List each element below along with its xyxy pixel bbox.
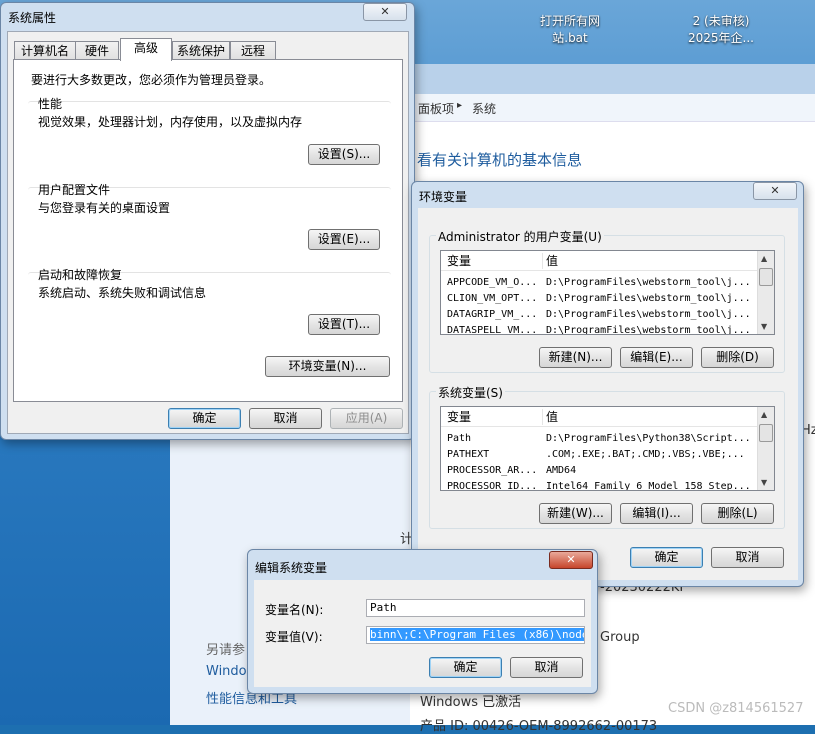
edit-system-variable-dialog: 编辑系统变量 ✕ 变量名(N): Path 变量值(V): binn\;C:\P… bbox=[247, 549, 598, 694]
variable-name: CLION_VM_OPT... bbox=[447, 293, 538, 304]
desktop-icon-label: 2 (未审核) bbox=[692, 14, 750, 28]
variable-value: D:\ProgramFiles\webstorm_tool\j... bbox=[546, 325, 751, 335]
list-header: 变量 值 bbox=[441, 407, 759, 427]
admin-note: 要进行大多数更改，您必须作为管理员登录。 bbox=[31, 73, 272, 87]
user-variables-list[interactable]: 变量 值 APPCODE_VM_O... D:\ProgramFiles\web… bbox=[440, 250, 775, 335]
startup-settings-button[interactable]: 设置(T)... bbox=[308, 314, 380, 335]
variable-value: D:\ProgramFiles\webstorm_tool\j... bbox=[546, 293, 751, 304]
variable-name: APPCODE_VM_O... bbox=[447, 277, 538, 288]
performance-settings-button[interactable]: 设置(S)... bbox=[308, 144, 380, 165]
dialog-title: 系统属性 bbox=[8, 11, 57, 25]
sidebar-link[interactable]: Windo bbox=[206, 664, 247, 679]
desktop-icon-bat[interactable]: 打开所有网 站.bat bbox=[525, 13, 615, 47]
variable-value: Intel64 Family 6 Model 158 Step... bbox=[546, 481, 751, 491]
environment-variables-button[interactable]: 环境变量(N)... bbox=[265, 356, 390, 377]
tab-advanced[interactable]: 高级 bbox=[120, 38, 172, 61]
column-header-value[interactable]: 值 bbox=[546, 251, 558, 271]
scroll-thumb[interactable] bbox=[759, 424, 773, 442]
user-delete-button[interactable]: 删除(D) bbox=[701, 347, 774, 368]
field-text: Path bbox=[370, 601, 397, 614]
column-header-variable[interactable]: 变量 bbox=[447, 251, 471, 271]
tab-panel: 要进行大多数更改，您必须作为管理员登录。 性能 视觉效果，处理器计划，内存使用，… bbox=[13, 59, 403, 402]
group-label: 系统变量(S) bbox=[436, 384, 505, 401]
desktop-icon-doc[interactable]: 2 (未审核) 2025年企... bbox=[676, 13, 766, 47]
group-description: 与您登录有关的桌面设置 bbox=[38, 201, 171, 215]
cancel-button[interactable]: 取消 bbox=[711, 547, 784, 568]
system-new-button[interactable]: 新建(W)... bbox=[539, 503, 612, 524]
group-label: 性能 bbox=[38, 97, 63, 111]
variable-value: D:\ProgramFiles\Python38\Script... bbox=[546, 433, 751, 444]
scroll-up-icon[interactable]: ▲ bbox=[761, 254, 767, 263]
variable-name: PROCESSOR_AR... bbox=[447, 465, 538, 476]
group-description: 系统启动、系统失败和调试信息 bbox=[38, 286, 207, 300]
user-edit-button[interactable]: 编辑(E)... bbox=[620, 347, 693, 368]
cancel-button[interactable]: 取消 bbox=[249, 408, 322, 429]
column-header-variable[interactable]: 变量 bbox=[447, 407, 471, 427]
apply-button[interactable]: 应用(A) bbox=[330, 408, 403, 429]
variable-name: DATAGRIP_VM_... bbox=[447, 309, 538, 320]
close-icon[interactable]: ✕ bbox=[363, 3, 407, 21]
close-icon[interactable]: ✕ bbox=[753, 182, 797, 200]
group-label: 用户配置文件 bbox=[38, 183, 111, 197]
environment-variables-dialog: 环境变量 ✕ Administrator 的用户变量(U) 变量 值 APPCO… bbox=[411, 181, 804, 587]
desktop-icon-label: 站.bat bbox=[552, 31, 588, 45]
scroll-down-icon[interactable]: ▼ bbox=[761, 478, 767, 487]
scrollbar[interactable]: ▲ ▼ bbox=[757, 251, 774, 334]
page-title: 看有关计算机的基本信息 bbox=[417, 151, 583, 169]
tab-computer-name[interactable]: 计算机名 bbox=[14, 41, 76, 60]
variable-value: AMD64 bbox=[546, 465, 577, 476]
desktop-icon-label: 打开所有网 bbox=[539, 14, 600, 28]
breadcrumb-separator-icon: ▸ bbox=[457, 100, 463, 111]
list-header: 变量 值 bbox=[441, 251, 759, 271]
ok-button[interactable]: 确定 bbox=[168, 408, 241, 429]
variable-name-field[interactable]: Path bbox=[366, 599, 585, 617]
variable-name-label: 变量名(N): bbox=[265, 603, 324, 617]
breadcrumb-item[interactable]: 系统 bbox=[472, 100, 496, 117]
field-text: binn\;C:\Program Files (x86)\nodejs\ bbox=[370, 628, 584, 641]
see-also-label: 另请参 bbox=[206, 643, 246, 658]
group-label: Administrator 的用户变量(U) bbox=[436, 228, 604, 245]
column-header-value[interactable]: 值 bbox=[546, 407, 558, 427]
variable-value: D:\ProgramFiles\webstorm_tool\j... bbox=[546, 277, 751, 288]
group-description: 视觉效果，处理器计划，内存使用，以及虚拟内存 bbox=[38, 115, 303, 129]
scroll-thumb[interactable] bbox=[759, 268, 773, 286]
group-label: 启动和故障恢复 bbox=[38, 268, 123, 282]
variable-name: Path bbox=[447, 433, 472, 444]
variable-name: DATASPELL_VM... bbox=[447, 325, 538, 335]
dialog-title: 编辑系统变量 bbox=[255, 561, 328, 575]
system-properties-dialog: 系统属性 ✕ 计算机名 硬件 高级 系统保护 远程 要进行大多数更改，您必须作为… bbox=[0, 2, 415, 440]
tab-remote[interactable]: 远程 bbox=[230, 41, 276, 60]
variable-value-label: 变量值(V): bbox=[265, 630, 323, 644]
scroll-down-icon[interactable]: ▼ bbox=[761, 322, 767, 331]
user-new-button[interactable]: 新建(N)... bbox=[539, 347, 612, 368]
variable-name: PROCESSOR_ID... bbox=[447, 481, 538, 491]
system-delete-button[interactable]: 删除(L) bbox=[701, 503, 774, 524]
close-icon[interactable]: ✕ bbox=[549, 551, 593, 569]
user-profile-settings-button[interactable]: 设置(E)... bbox=[308, 229, 380, 250]
column-divider bbox=[542, 409, 543, 425]
variable-value: .COM;.EXE;.BAT;.CMD;.VBS;.VBE;... bbox=[546, 449, 745, 460]
system-edit-button[interactable]: 编辑(I)... bbox=[620, 503, 693, 524]
variable-value-field[interactable]: binn\;C:\Program Files (x86)\nodejs\ bbox=[366, 626, 585, 644]
dialog-title: 环境变量 bbox=[419, 190, 468, 204]
variable-name: PATHEXT bbox=[447, 449, 490, 460]
tab-hardware[interactable]: 硬件 bbox=[75, 41, 119, 60]
desktop-icon-label: 2025年企... bbox=[688, 31, 754, 45]
variable-value: D:\ProgramFiles\webstorm_tool\j... bbox=[546, 309, 751, 320]
ok-button[interactable]: 确定 bbox=[630, 547, 703, 568]
system-variables-list[interactable]: 变量 值 Path D:\ProgramFiles\Python38\Scrip… bbox=[440, 406, 775, 491]
scroll-up-icon[interactable]: ▲ bbox=[761, 410, 767, 419]
column-divider bbox=[542, 253, 543, 269]
tab-system-protection[interactable]: 系统保护 bbox=[172, 41, 230, 60]
ok-button[interactable]: 确定 bbox=[429, 657, 502, 678]
scrollbar[interactable]: ▲ ▼ bbox=[757, 407, 774, 490]
cancel-button[interactable]: 取消 bbox=[510, 657, 583, 678]
watermark: CSDN @z814561527 bbox=[668, 701, 804, 716]
workgroup-fragment: Group bbox=[600, 630, 640, 645]
breadcrumb-item[interactable]: 面板项 bbox=[418, 100, 454, 117]
